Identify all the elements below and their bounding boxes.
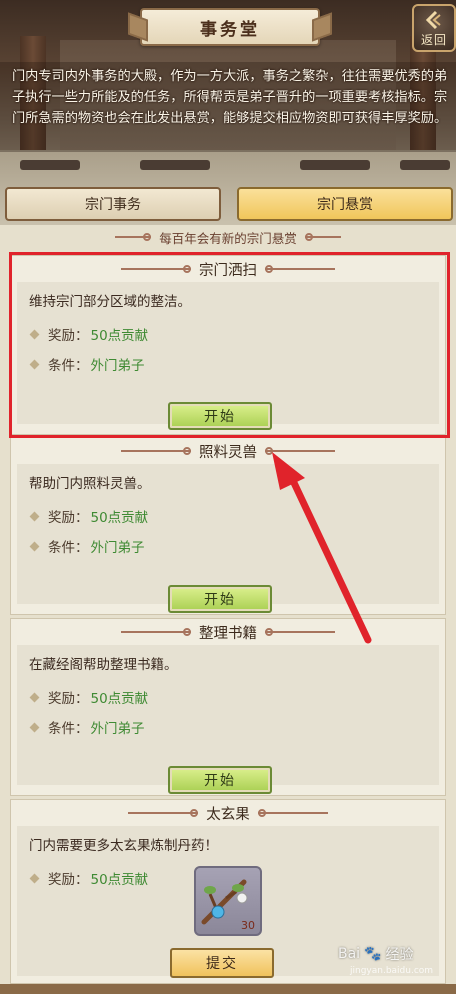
tab-sect-bounty[interactable]: 宗门悬赏 bbox=[237, 187, 453, 221]
page-title: 事务堂 bbox=[200, 19, 260, 40]
item-slot[interactable]: 30 bbox=[194, 866, 262, 936]
page-title-plate: 事务堂 bbox=[140, 8, 320, 46]
reward-label: 奖励： bbox=[48, 691, 89, 707]
item-count: 30 bbox=[241, 919, 255, 932]
task-card-body: 在藏经阁帮助整理书籍。 奖励： 50点贡献 条件： 外门弟子 bbox=[17, 645, 439, 785]
back-label: 返回 bbox=[420, 33, 447, 47]
diamond-bullet-icon bbox=[29, 359, 40, 369]
task-title: 照料灵兽 bbox=[199, 444, 257, 461]
task-title: 宗门洒扫 bbox=[199, 262, 257, 279]
condition-value: 外门弟子 bbox=[90, 540, 145, 556]
bench bbox=[400, 160, 450, 170]
diamond-bullet-icon bbox=[29, 541, 40, 551]
watermark: Bai 🐾 经验 bbox=[338, 944, 414, 964]
reward-row: 奖励： 50点贡献 bbox=[29, 501, 427, 531]
reward-label: 奖励： bbox=[48, 510, 89, 526]
task-card-header: 照料灵兽 bbox=[11, 438, 445, 464]
back-arrow-icon bbox=[425, 10, 441, 30]
start-button[interactable]: 开始 bbox=[168, 402, 272, 430]
reward-value: 50点贡献 bbox=[90, 328, 149, 344]
reward-value: 50点贡献 bbox=[90, 691, 149, 707]
reward-row: 奖励： 50点贡献 bbox=[29, 682, 427, 712]
ornament-right-icon bbox=[304, 233, 341, 241]
task-card-header: 宗门洒扫 bbox=[11, 256, 445, 282]
ornament-right-icon bbox=[265, 265, 335, 273]
task-description: 维持宗门部分区域的整洁。 bbox=[29, 294, 191, 310]
condition-label: 条件： bbox=[48, 540, 89, 556]
condition-label: 条件： bbox=[48, 358, 89, 374]
ornament-right-icon bbox=[265, 628, 335, 636]
ornament-left-icon bbox=[121, 265, 191, 273]
hall-description: 门内专司内外事务的大殿，作为一方大派，事务之繁杂，往往需要优秀的弟子执行一些力所… bbox=[12, 69, 448, 126]
reward-row: 奖励： 50点贡献 bbox=[29, 319, 427, 349]
task-title: 整理书籍 bbox=[199, 625, 257, 642]
task-card-body: 帮助门内照料灵兽。 奖励： 50点贡献 条件： 外门弟子 bbox=[17, 464, 439, 604]
task-card-header: 整理书籍 bbox=[11, 619, 445, 645]
start-button[interactable]: 开始 bbox=[168, 585, 272, 613]
task-description: 帮助门内照料灵兽。 bbox=[29, 476, 151, 492]
ornament-left-icon bbox=[121, 447, 191, 455]
submit-button[interactable]: 提交 bbox=[170, 948, 274, 978]
condition-row: 条件： 外门弟子 bbox=[29, 349, 427, 379]
reward-value: 50点贡献 bbox=[90, 872, 149, 888]
condition-label: 条件： bbox=[48, 721, 89, 737]
ornament-left-icon bbox=[115, 233, 152, 241]
ornament-right-icon bbox=[265, 447, 335, 455]
diamond-bullet-icon bbox=[29, 511, 40, 521]
task-description: 门内需要更多太玄果炼制丹药！ bbox=[29, 838, 218, 854]
task-description: 在藏经阁帮助整理书籍。 bbox=[29, 657, 178, 673]
condition-value: 外门弟子 bbox=[90, 358, 145, 374]
condition-row: 条件： 外门弟子 bbox=[29, 531, 427, 561]
start-button[interactable]: 开始 bbox=[168, 766, 272, 794]
diamond-bullet-icon bbox=[29, 329, 40, 339]
reward-label: 奖励： bbox=[48, 872, 89, 888]
baidu-paw-icon: 🐾 bbox=[364, 946, 382, 962]
diamond-bullet-icon bbox=[29, 722, 40, 732]
watermark-url: jingyan.baidu.com bbox=[350, 966, 434, 976]
back-button[interactable]: 返回 bbox=[412, 4, 456, 52]
bench bbox=[300, 160, 370, 170]
diamond-bullet-icon bbox=[29, 692, 40, 702]
watermark-brand: Bai bbox=[338, 946, 361, 962]
task-card-header: 太玄果 bbox=[11, 800, 445, 826]
tab-sect-affairs[interactable]: 宗门事务 bbox=[5, 187, 221, 221]
reward-label: 奖励： bbox=[48, 328, 89, 344]
condition-value: 外门弟子 bbox=[90, 721, 145, 737]
bounty-notice-text: 每百年会有新的宗门悬赏 bbox=[159, 230, 297, 246]
bench bbox=[20, 160, 80, 170]
diamond-bullet-icon bbox=[29, 873, 40, 883]
ornament-left-icon bbox=[121, 628, 191, 636]
watermark-suffix: 经验 bbox=[385, 947, 414, 963]
ornament-right-icon bbox=[257, 809, 328, 817]
reward-value: 50点贡献 bbox=[90, 510, 149, 526]
ornament-left-icon bbox=[128, 809, 199, 817]
task-title: 太玄果 bbox=[206, 806, 250, 823]
bottom-frame bbox=[0, 984, 456, 994]
bounty-notice: 每百年会有新的宗门悬赏 bbox=[0, 226, 456, 248]
condition-row: 条件： 外门弟子 bbox=[29, 712, 427, 742]
bench bbox=[140, 160, 210, 170]
